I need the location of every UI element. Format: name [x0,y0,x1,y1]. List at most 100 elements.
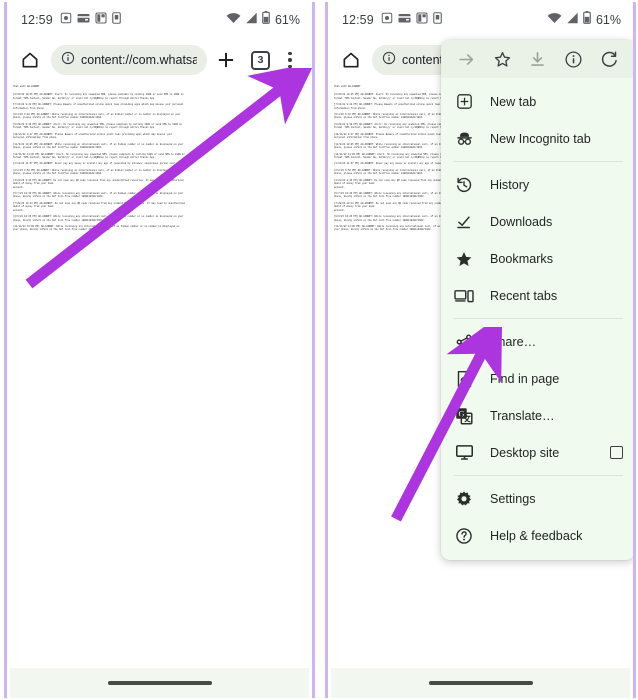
split-screen-icon [95,11,107,29]
menu-item-label: Desktop site [490,445,560,460]
arrow-forward-icon[interactable] [455,47,479,71]
doc-paragraph: [9/6/23 10:25 PM] AD-AIRBOT: While recei… [13,215,305,222]
gear-icon [454,489,474,509]
split-screen-icon [416,11,428,29]
status-clock: 12:59 [21,13,53,27]
right-phone-screenshot: 12:59 61% Chat with AD-AIRBOT [6/15/22 1… [319,0,638,700]
share-icon [454,332,474,352]
menu-item-bookmarks[interactable]: Bookmarks [441,240,633,277]
star-icon[interactable] [490,47,514,71]
menu-item-label: Downloads [490,214,553,229]
left-phone-screenshot: 12:59 61% content://com.whats 3 Chat wit… [0,0,319,700]
nav-bar-right [331,668,630,698]
help-circle-icon [454,526,474,546]
battery-icon [583,11,591,29]
menu-item-label: New Incognito tab [490,131,591,146]
home-indicator[interactable] [428,681,533,685]
downloads-icon [454,212,474,232]
sim-card-icon [432,11,442,29]
new-tab-icon [454,92,474,112]
info-circle-icon[interactable] [562,47,586,71]
info-circle-icon[interactable] [61,51,75,70]
menu-item-help-feedback[interactable]: Help & feedback [441,517,633,554]
doc-paragraph: [1/14/23 11:57 PM] AD-AIRBOT: Never pay … [13,162,305,165]
menu-item-desktop-site[interactable]: Desktop site [441,434,633,471]
dual-screenshot-stage: 12:59 61% content://com.whats 3 Chat wit… [0,0,638,700]
menu-item-history[interactable]: History [441,166,633,203]
menu-item-label: History [490,177,530,192]
plus-icon[interactable] [211,50,241,70]
nav-bar-left [10,668,309,698]
doc-line: phone, kindly inform on the DoT toll-fre… [13,218,104,222]
menu-item-label: Share… [490,334,537,349]
incognito-icon [454,129,474,149]
wallet-icon [77,11,90,29]
find-in-page-icon [454,369,474,389]
doc-line: phone, please inform on the DoT tollfree… [13,116,103,120]
sim-card-icon [111,11,121,29]
doc-paragraph: [2/2/23 9:52 PM] AD-AIRBOT: While receiv… [13,169,305,176]
menu-item-downloads[interactable]: Downloads [441,203,633,240]
doc-line: format 'SMS Content, Sender No, dd/mm/yy… [13,126,156,130]
doc-line: format 'SMS Content, Sender No, dd/mm/yy… [13,155,156,159]
doc-title-block: Chat with AD-AIRBOT [13,85,305,88]
menu-item-label: Help & feedback [490,528,583,543]
download-icon[interactable] [526,47,550,71]
doc-line: phone, please inform on the DoT tollfree… [13,172,103,176]
three-dots-icon[interactable] [276,51,304,69]
doc-line: your phone, kindly inform on the DoT tol… [13,228,111,232]
menu-item-label: Recent tabs [490,288,558,303]
doc-paragraph: [8/4/22 9:42 PM] AD-AIRBOT: While receiv… [13,113,305,120]
dnd-circle-icon [381,11,393,29]
doc-paragraph: [4/21/23 9:46 PM] AD-AIRBOT: Do not scan… [13,179,305,189]
recent-tabs-icon [454,286,474,306]
doc-paragraph: [5/7/23 10:33 PM] AD-AIRBOT: While recei… [13,192,305,199]
menu-separator [454,318,623,319]
info-circle-icon[interactable] [382,51,396,70]
star-filled-icon [454,249,474,269]
status-right-icons: 61% [226,11,300,29]
menu-quick-actions [441,40,633,78]
browser-toolbar-left: content://com.whatsapp 3 [7,38,312,82]
doc-paragraph: [10/24/22 9:47 PM] AD-AIRBOT: Please Bew… [13,133,305,140]
page-content-left: Chat with AD-AIRBOT [6/15/22 10:45 PM] A… [10,82,309,666]
menu-separator [454,161,623,162]
status-left-icons [60,11,121,29]
menu-item-translate[interactable]: G Translate… [441,397,633,434]
menu-item-new-tab[interactable]: New tab [441,83,633,120]
doc-line: phone, kindly inform on the DoT toll-fre… [13,195,104,199]
menu-item-list: New tab New Incognito tab History Downloads… [441,78,633,560]
battery-icon [262,11,270,29]
reload-icon[interactable] [597,47,621,71]
desktop-icon [454,443,474,463]
status-left-icons [381,11,442,29]
signal-icon [245,11,258,29]
home-indicator[interactable] [107,681,212,685]
menu-item-share[interactable]: Share… [441,323,633,360]
translate-icon: G [454,406,474,426]
doc-body-left: [6/15/22 10:45 PM] AD-AIRBOT: Alert: On … [13,93,305,231]
desktop-site-checkbox[interactable] [610,446,623,459]
history-icon [454,175,474,195]
browser-overflow-menu: New tab New Incognito tab History Downloads… [441,40,633,560]
home-icon[interactable] [17,47,43,73]
status-bar-right: 12:59 61% [328,2,633,38]
menu-item-label: New tab [490,94,537,109]
menu-item-recent-tabs[interactable]: Recent tabs [441,277,633,314]
status-clock: 12:59 [342,13,374,27]
doc-paragraph: [7/29/23 10:14 PM] AD-AIRBOT: Do not sca… [13,202,305,212]
menu-item-settings[interactable]: Settings [441,480,633,517]
menu-item-find-in-page[interactable]: Find in page [441,360,633,397]
doc-line: phone, please inform on the DoT tollfree… [13,146,103,150]
doc-paragraph: [9/29/22 9:38 PM] AD-AIRBOT: Alert: On r… [13,123,305,130]
tab-counter[interactable]: 3 [251,50,270,70]
status-bar-left: 12:59 61% [7,2,312,38]
menu-item-label: Settings [490,491,536,506]
menu-separator [454,475,623,476]
doc-paragraph: [11/14/23 11:09 PM] AD-AIRBOT: While rec… [13,225,305,232]
url-bar[interactable]: content://com.whatsapp [51,45,207,75]
home-icon[interactable] [338,47,364,73]
doc-line: account. [13,208,25,212]
menu-item-new-incognito-tab[interactable]: New Incognito tab [441,120,633,157]
url-text: content://com.whatsapp [81,53,197,67]
